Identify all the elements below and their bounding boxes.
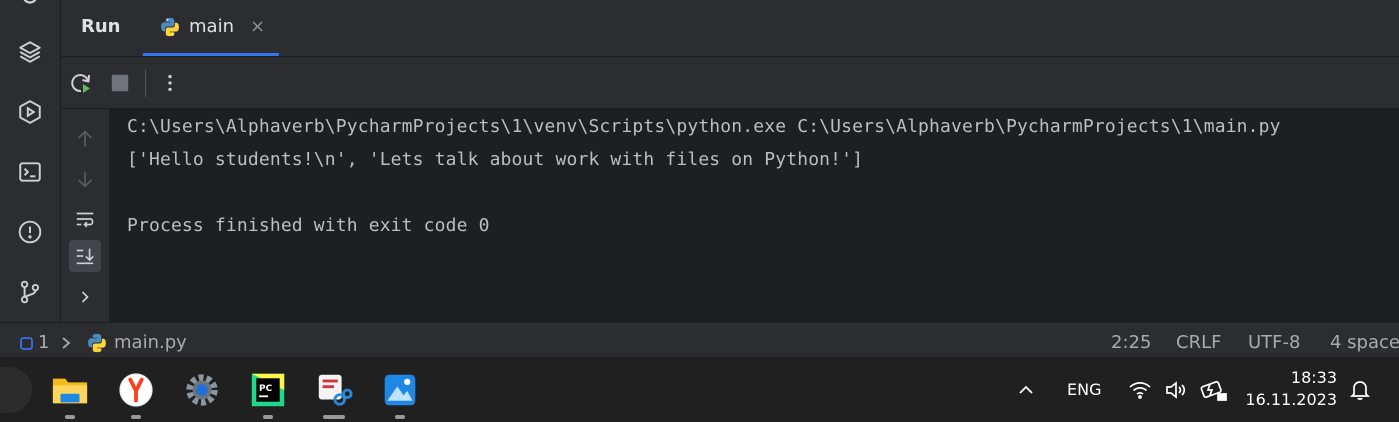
yandex-browser-icon[interactable] [117, 371, 155, 419]
indent-setting[interactable]: 4 spaces [1330, 332, 1399, 353]
ide-window: Run main × C:\Users\Alphaverb\PycharmPro… [0, 0, 1399, 357]
svg-text:PC: PC [259, 384, 273, 394]
file-encoding[interactable]: UTF-8 [1248, 332, 1300, 353]
services-icon[interactable] [14, 96, 46, 128]
photos-icon[interactable] [381, 371, 419, 419]
rerun-icon[interactable] [67, 69, 95, 97]
tab-label: main [189, 16, 234, 37]
close-icon[interactable]: × [250, 16, 265, 37]
chevron-up-icon[interactable] [1016, 357, 1036, 422]
project-icon [20, 337, 33, 350]
console-gutter [61, 109, 109, 322]
chevron-right-icon [62, 337, 71, 349]
python-file-icon [88, 333, 106, 353]
expand-icon[interactable] [69, 281, 101, 313]
structure-icon[interactable] [14, 0, 46, 12]
activity-strip [0, 0, 61, 322]
volume-icon[interactable] [1164, 357, 1188, 422]
snipping-tool-icon[interactable] [315, 371, 353, 419]
notification-bell-icon[interactable] [1349, 357, 1371, 422]
clock-date: 16.11.2023 [1245, 390, 1337, 409]
file-explorer-icon[interactable] [51, 371, 89, 419]
input-language[interactable]: ENG [1067, 357, 1101, 422]
run-toolbar [61, 57, 1399, 109]
running-indicator [395, 415, 405, 419]
running-indicator [65, 415, 75, 419]
line-ending[interactable]: CRLF [1176, 332, 1221, 353]
git-icon[interactable] [14, 276, 46, 308]
terminal-icon[interactable] [14, 156, 46, 188]
running-indicator [323, 415, 345, 419]
python-icon [161, 17, 179, 36]
system-clock[interactable]: 18:33 16.11.2023 [1245, 367, 1337, 411]
toolwindow-title: Run [81, 16, 121, 37]
running-indicator [131, 415, 141, 419]
console-line-output: ['Hello students!\n', 'Lets talk about w… [127, 149, 864, 170]
battery-icon[interactable] [1200, 357, 1228, 422]
clock-time: 18:33 [1290, 368, 1337, 387]
more-icon[interactable] [156, 69, 184, 97]
breadcrumb-file[interactable]: main.py [114, 332, 187, 353]
arrow-down-icon[interactable] [69, 163, 101, 195]
pycharm-icon[interactable]: PC [249, 371, 287, 419]
search-box[interactable] [0, 367, 32, 413]
status-bar: 1 main.py 2:25 CRLF UTF-8 4 spaces [0, 322, 1399, 357]
settings-icon[interactable] [183, 371, 221, 409]
run-toolwindow-header: Run main × [61, 0, 1399, 57]
stop-icon[interactable] [106, 69, 134, 97]
scroll-to-end-icon[interactable] [69, 240, 101, 272]
caret-position[interactable]: 2:25 [1111, 332, 1151, 353]
problems-icon[interactable] [14, 216, 46, 248]
wifi-icon[interactable] [1128, 357, 1152, 422]
layers-icon[interactable] [14, 36, 46, 68]
console-line-command: C:\Users\Alphaverb\PycharmProjects\1\ven… [127, 116, 1281, 137]
tab-main[interactable]: main × [143, 0, 279, 56]
soft-wrap-icon[interactable] [69, 203, 101, 235]
toolbar-separator [145, 69, 146, 97]
running-indicator [263, 415, 273, 419]
windows-taskbar: PC ENG 18:33 16.11.2023 [0, 356, 1399, 422]
console-line-exit: Process finished with exit code 0 [127, 215, 490, 236]
breadcrumb-project[interactable]: 1 [38, 332, 49, 353]
console-output[interactable]: C:\Users\Alphaverb\PycharmProjects\1\ven… [109, 109, 1399, 322]
arrow-up-icon[interactable] [69, 123, 101, 155]
